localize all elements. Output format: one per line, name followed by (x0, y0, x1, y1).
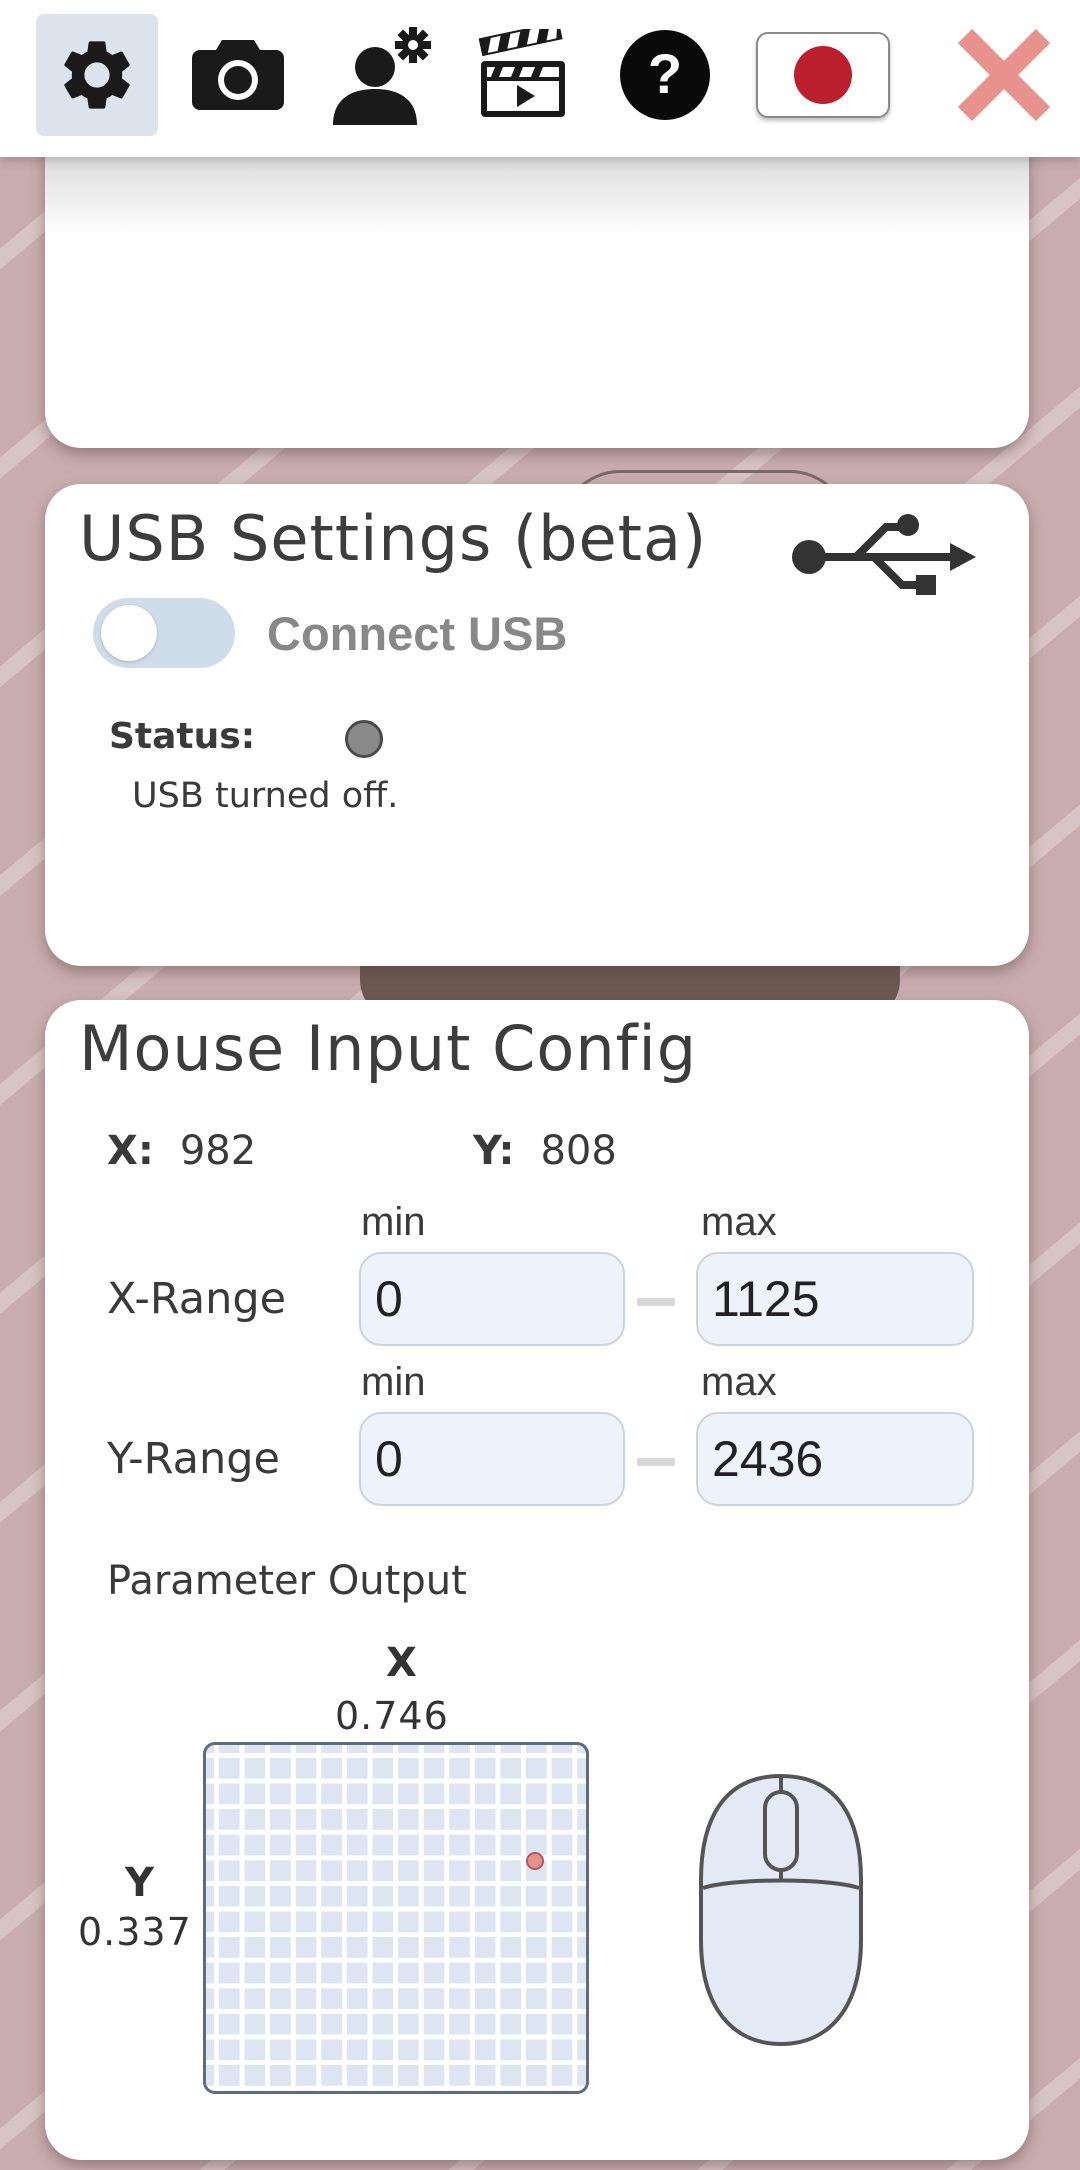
camera-button[interactable] (178, 14, 298, 136)
help-icon: ? (620, 30, 710, 120)
gear-icon (64, 41, 130, 109)
y-range-separator (637, 1458, 675, 1466)
output-point (525, 1851, 544, 1870)
help-button[interactable]: ? (604, 14, 726, 136)
param-x-value: 0.746 (335, 1694, 449, 1738)
x-max-label: max (701, 1200, 777, 1244)
x-min-label: min (361, 1200, 426, 1244)
toggle-knob (101, 605, 157, 661)
camera-icon (192, 40, 284, 110)
x-range-label: X-Range (107, 1274, 287, 1324)
x-max-input[interactable]: 1125 (696, 1252, 974, 1346)
user-settings-button[interactable] (318, 14, 444, 136)
status-indicator (345, 720, 383, 758)
connect-usb-label: Connect USB (267, 607, 568, 660)
x-coordinate: X: 982 (107, 1128, 256, 1174)
mouse-icon (699, 1773, 863, 2047)
connect-usb-toggle[interactable] (93, 598, 235, 668)
y-coordinate-value: 808 (540, 1128, 617, 1174)
y-min-label: min (361, 1360, 426, 1404)
clapperboard-icon (478, 29, 565, 117)
usb-icon (792, 514, 976, 595)
status-text: USB turned off. (132, 776, 399, 816)
svg-text:?: ? (648, 42, 682, 105)
param-y-value: 0.337 (78, 1910, 192, 1954)
language-button[interactable] (756, 32, 890, 118)
param-y-label: Y (125, 1860, 154, 1906)
settings-button[interactable] (36, 14, 158, 136)
toolbar: ? (0, 0, 1080, 157)
japan-flag-icon (794, 46, 852, 104)
previous-panel (45, 110, 1029, 448)
x-coordinate-label: X: (107, 1128, 154, 1174)
param-x-label: X (386, 1640, 417, 1686)
usb-settings-title: USB Settings (beta) (79, 502, 708, 575)
parameter-output-title: Parameter Output (107, 1558, 467, 1604)
y-max-input[interactable]: 2436 (696, 1412, 974, 1506)
close-icon (957, 28, 1051, 122)
parameter-output-grid (203, 1742, 589, 2094)
x-range-separator (637, 1298, 675, 1306)
y-coordinate: Y: 808 (473, 1128, 617, 1174)
y-max-label: max (701, 1360, 777, 1404)
y-min-input[interactable]: 0 (359, 1412, 625, 1506)
y-coordinate-label: Y: (473, 1128, 515, 1174)
x-min-input[interactable]: 0 (359, 1252, 625, 1346)
video-button[interactable] (462, 14, 584, 136)
status-label: Status: (109, 716, 256, 757)
mouse-config-title: Mouse Input Config (79, 1012, 698, 1085)
x-coordinate-value: 982 (179, 1128, 257, 1174)
y-range-label: Y-Range (107, 1434, 280, 1484)
close-button[interactable] (944, 14, 1064, 136)
user-settings-icon (333, 27, 431, 125)
usb-settings-panel: USB Settings (beta) Connect USB Status: … (45, 484, 1029, 966)
mouse-input-config-panel: Mouse Input Config X: 982 Y: 808 min max X… (45, 1000, 1029, 2160)
